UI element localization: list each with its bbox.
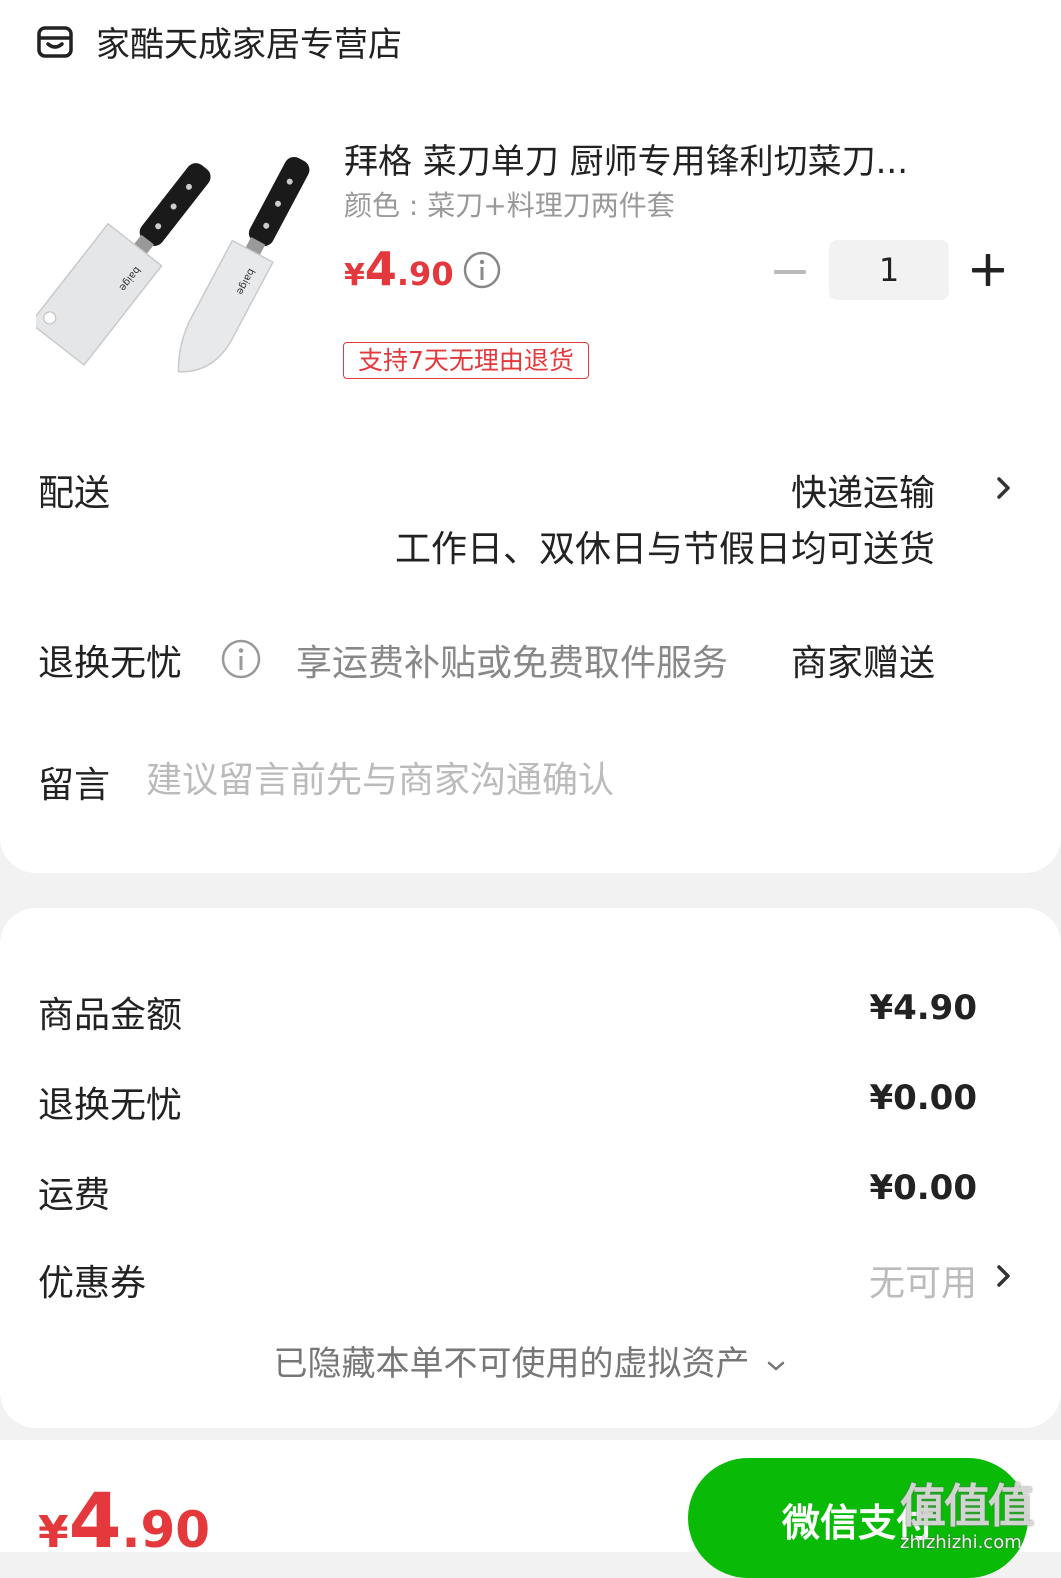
chevron-right-icon[interactable] — [994, 474, 1014, 502]
price-symbol: ¥ — [344, 258, 365, 293]
product-spec[interactable]: 颜色 : 菜刀+料理刀两件套 — [344, 184, 675, 224]
price-decimal: .90 — [396, 255, 454, 293]
coupon-chevron-right-icon[interactable] — [994, 1262, 1014, 1290]
goods-amount-value: ¥4.90 — [869, 988, 977, 1028]
hidden-assets-label: 已隐藏本单不可使用的虚拟资产 — [273, 1344, 750, 1384]
chevron-down-icon — [767, 1361, 784, 1370]
hidden-assets-toggle[interactable]: 已隐藏本单不可使用的虚拟资产 — [0, 1336, 1061, 1385]
delivery-method[interactable]: 快递运输 — [791, 464, 935, 516]
wechat-pay-label: 微信支付 — [781, 1501, 934, 1545]
return-fee-value: ¥0.00 — [869, 1078, 977, 1118]
shipping-fee-value: ¥0.00 — [869, 1168, 977, 1208]
info-icon[interactable] — [220, 638, 262, 680]
coupon-value[interactable]: 无可用 — [869, 1254, 977, 1306]
product-title[interactable]: 拜格 菜刀单刀 厨师专用锋利切菜刀... — [344, 134, 994, 183]
quantity-plus-button[interactable] — [968, 250, 1008, 290]
coupon-label: 优惠券 — [38, 1263, 147, 1304]
return-fee-label: 退换无忧 — [38, 1085, 183, 1126]
price-integer: 4 — [364, 242, 397, 296]
return-policy-tag: 支持7天无理由退货 — [343, 342, 589, 379]
message-label: 留言 — [38, 765, 111, 806]
quantity-minus-button[interactable] — [770, 252, 810, 292]
delivery-label: 配送 — [38, 473, 111, 514]
total-decimal: .90 — [121, 1501, 211, 1559]
order-card: 家酷天成家居专营店 baige baige 拜格 菜刀单刀 厨师专用锋利切菜刀.… — [0, 0, 1061, 873]
store-header[interactable]: 家酷天成家居专营店 — [36, 18, 402, 65]
store-name: 家酷天成家居专营店 — [96, 24, 402, 65]
total-symbol: ¥ — [38, 1507, 69, 1558]
delivery-schedule: 工作日、双休日与节假日均可送货 — [394, 529, 935, 570]
quantity-value[interactable]: 1 — [829, 240, 949, 300]
price-info-icon[interactable] — [462, 250, 502, 290]
store-icon — [37, 26, 73, 58]
return-service-gift: 商家赠送 — [790, 643, 935, 684]
product-price: ¥ 4 .90 — [344, 242, 454, 296]
goods-amount-label: 商品金额 — [38, 995, 183, 1036]
knife-set-image[interactable]: baige baige — [36, 126, 312, 396]
wechat-pay-button[interactable]: 微信支付 — [688, 1458, 1028, 1578]
return-service-label: 退换无忧 — [38, 643, 183, 684]
message-input[interactable] — [146, 752, 1006, 808]
return-service-desc: 享运费补贴或免费取件服务 — [296, 643, 729, 684]
shipping-fee-label: 运费 — [38, 1175, 111, 1216]
